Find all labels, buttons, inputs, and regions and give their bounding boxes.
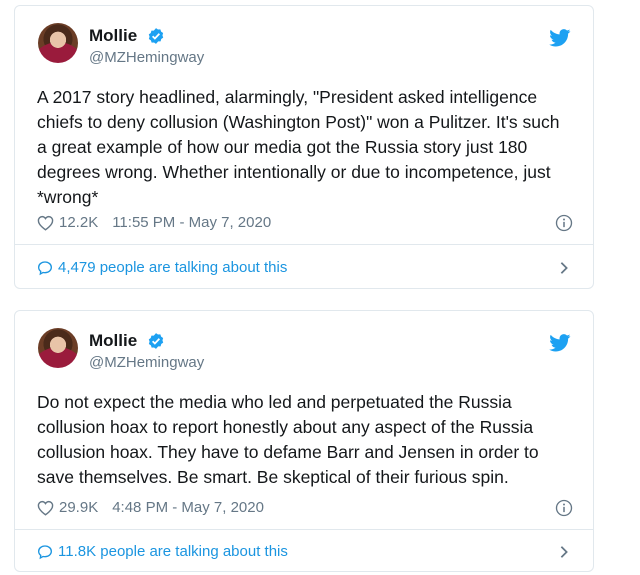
- info-icon[interactable]: [555, 499, 573, 517]
- author-name[interactable]: Mollie: [89, 26, 137, 46]
- verified-badge-icon: [148, 28, 164, 44]
- twitter-bird-icon[interactable]: [549, 334, 571, 352]
- conversation-text[interactable]: 11.8K people are talking about this: [58, 543, 288, 560]
- conversation-text[interactable]: 4,479 people are talking about this: [58, 259, 287, 276]
- like-count[interactable]: 29.9K: [59, 499, 98, 516]
- like-count[interactable]: 12.2K: [59, 214, 98, 231]
- tweet-card[interactable]: Mollie @MZHemingway Do not expect the me…: [14, 310, 594, 572]
- heart-icon[interactable]: [37, 500, 54, 516]
- tweet-meta: 29.9K 4:48 PM - May 7, 2020: [37, 499, 573, 517]
- tweet-text: A 2017 story headlined, alarmingly, "Pre…: [37, 87, 565, 207]
- verified-badge-icon: [148, 333, 164, 349]
- speech-bubble-icon: [37, 260, 53, 275]
- avatar[interactable]: [38, 23, 78, 63]
- author-handle[interactable]: @MZHemingway: [89, 49, 204, 66]
- conversation-link[interactable]: 4,479 people are talking about this: [37, 259, 573, 276]
- tweet-text: Do not expect the media who led and perp…: [37, 392, 544, 487]
- tweet-card[interactable]: Mollie @MZHemingway A 2017 story headlin…: [14, 5, 594, 289]
- timestamp[interactable]: 4:48 PM - May 7, 2020: [112, 499, 264, 516]
- author-name[interactable]: Mollie: [89, 331, 137, 351]
- conversation-link[interactable]: 11.8K people are talking about this: [37, 543, 573, 560]
- chevron-right-icon[interactable]: [559, 545, 569, 559]
- speech-bubble-icon: [37, 544, 53, 559]
- divider: [15, 529, 593, 530]
- author-handle[interactable]: @MZHemingway: [89, 354, 204, 371]
- twitter-bird-icon[interactable]: [549, 29, 571, 47]
- avatar[interactable]: [38, 328, 78, 368]
- info-icon[interactable]: [555, 214, 573, 232]
- heart-icon[interactable]: [37, 215, 54, 231]
- timestamp[interactable]: 11:55 PM - May 7, 2020: [112, 214, 271, 231]
- tweet-meta: 12.2K 11:55 PM - May 7, 2020: [37, 214, 573, 232]
- divider: [15, 244, 593, 245]
- chevron-right-icon[interactable]: [559, 261, 569, 275]
